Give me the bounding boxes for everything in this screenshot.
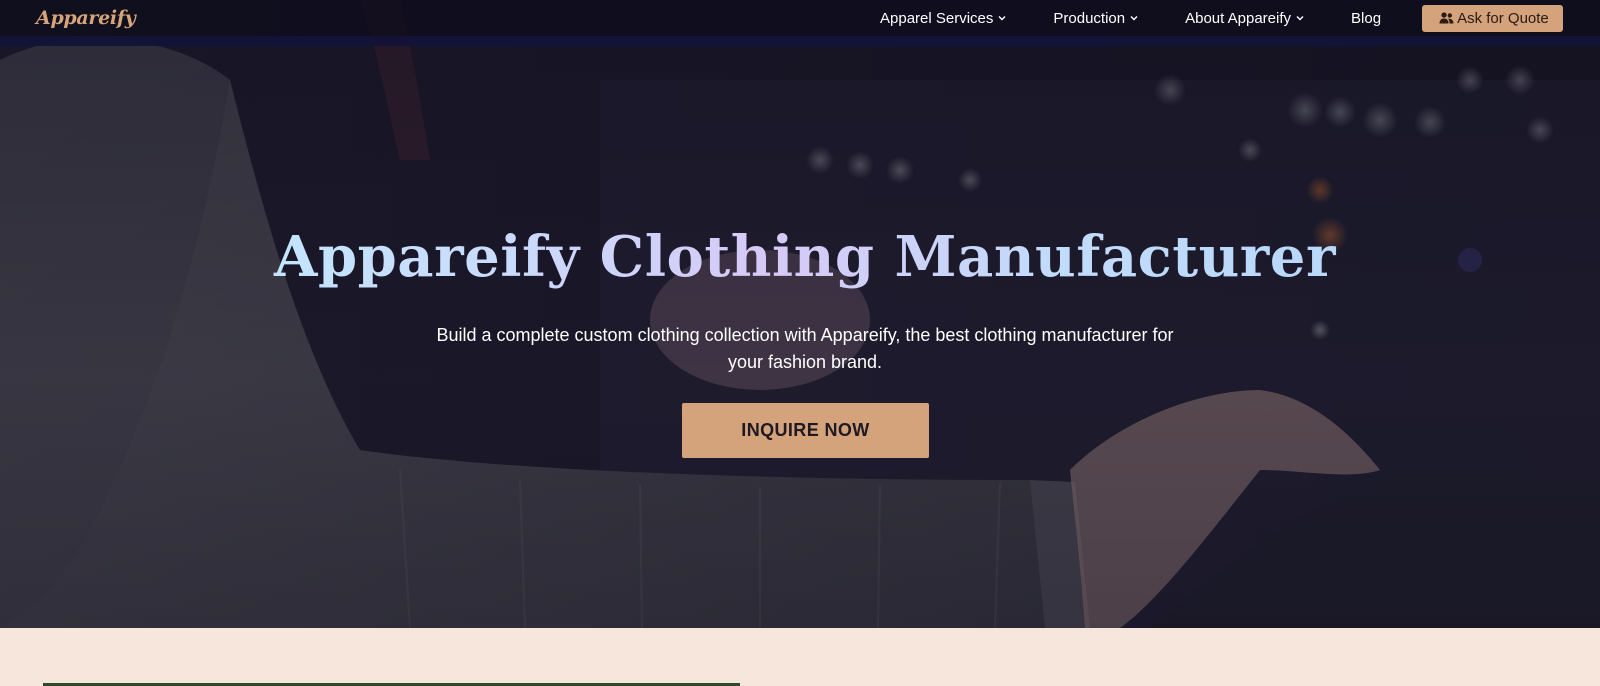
nav-item-label: Production (1053, 9, 1126, 27)
hero-overlay (0, 0, 1600, 628)
top-navbar: Appareify Apparel Services Production Ab… (0, 0, 1600, 46)
main-menu: Apparel Services Production About Appare… (880, 0, 1563, 36)
hero-title-word-1: Appareify (274, 224, 580, 290)
navbar-divider (0, 36, 1600, 46)
chevron-down-icon (998, 16, 1006, 21)
nav-item-label: Apparel Services (880, 9, 994, 27)
nav-item-label: Blog (1351, 9, 1382, 27)
nav-item-about-appareify[interactable]: About Appareify (1185, 10, 1305, 27)
chevron-down-icon (1130, 16, 1138, 21)
hero-title-word-2: Clothing (599, 224, 875, 290)
inquire-now-button[interactable]: INQUIRE NOW (682, 403, 929, 458)
nav-item-blog[interactable]: Blog (1351, 10, 1381, 27)
hero-section: Appareify Clothing Manufacturer Build a … (0, 0, 1600, 628)
content-section (0, 628, 1600, 686)
brand-logo[interactable]: Appareify (36, 7, 136, 29)
nav-item-label: About Appareify (1185, 9, 1292, 27)
nav-item-production[interactable]: Production (1053, 10, 1139, 27)
nav-item-apparel-services[interactable]: Apparel Services (880, 10, 1007, 27)
chevron-down-icon (1296, 16, 1304, 21)
hero-title: Appareify Clothing Manufacturer (0, 224, 1600, 290)
ask-for-quote-label: Ask for Quote (1457, 9, 1549, 27)
hero-title-word-3: Manufacturer (894, 224, 1336, 290)
users-icon (1439, 12, 1454, 24)
ask-for-quote-button[interactable]: Ask for Quote (1422, 4, 1563, 32)
hero-subtitle: Build a complete custom clothing collect… (436, 325, 1174, 372)
